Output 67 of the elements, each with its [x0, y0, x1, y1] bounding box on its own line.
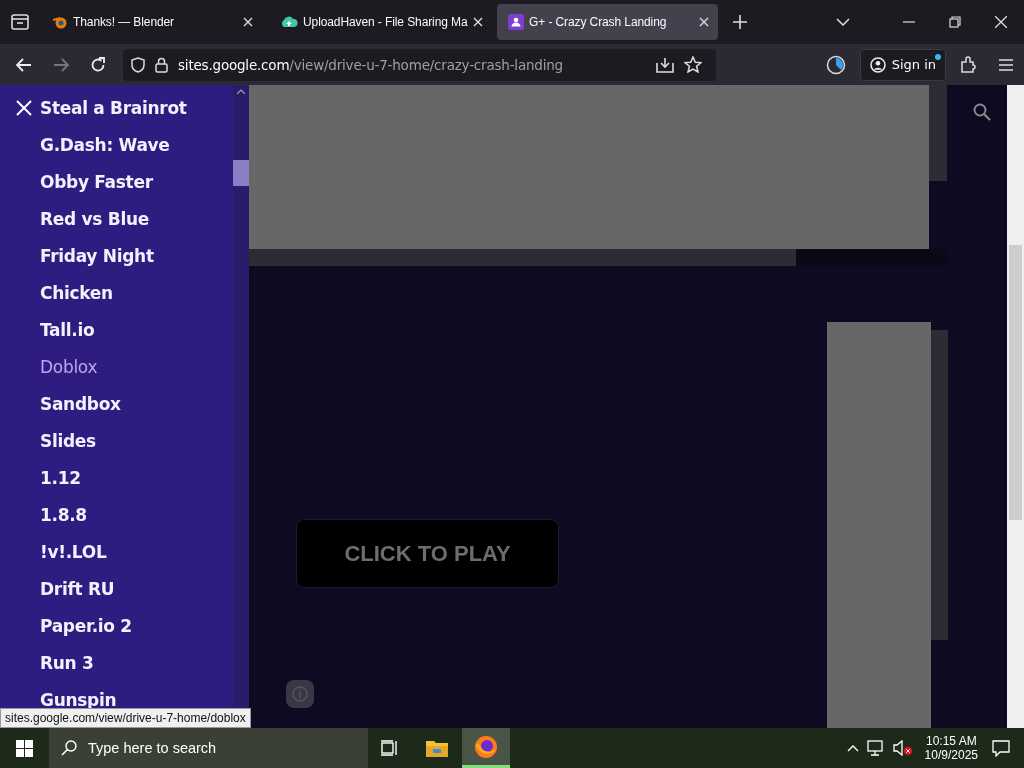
browser-icon: [474, 734, 498, 759]
chevron-down-icon[interactable]: [836, 18, 850, 26]
menu-item[interactable]: Run 3: [40, 652, 94, 673]
frame-scrollbar[interactable]: [249, 249, 796, 266]
sync-icon[interactable]: [825, 54, 846, 75]
menu-item[interactable]: !v!.LOL: [40, 541, 107, 562]
close-icon[interactable]: [995, 16, 1007, 28]
blender-icon: [52, 14, 68, 30]
close-icon[interactable]: [472, 17, 483, 27]
scrollbar-thumb[interactable]: [233, 160, 249, 186]
close-icon[interactable]: [243, 17, 253, 27]
extensions-icon[interactable]: [960, 55, 978, 74]
link-status-tooltip: sites.google.com/view/drive-u-7-home/doblox: [0, 708, 251, 728]
account-icon: [869, 56, 886, 73]
browser-tab[interactable]: Thanks! — Blender: [41, 4, 262, 40]
frame-scrollbar[interactable]: [929, 85, 947, 181]
menu-item[interactable]: Obby Faster: [40, 171, 153, 192]
info-icon[interactable]: [286, 680, 314, 708]
browser-tab[interactable]: UploadHaven - File Sharing Ma: [269, 4, 490, 40]
menu-item[interactable]: G.Dash: Wave: [40, 134, 170, 155]
star-icon[interactable]: [684, 56, 702, 73]
windows-start-icon[interactable]: [16, 739, 33, 757]
menu-icon[interactable]: [998, 57, 1014, 72]
menu-item[interactable]: Slides: [40, 430, 96, 451]
forward-icon[interactable]: [53, 57, 69, 72]
tab-list-icon[interactable]: [11, 14, 29, 30]
lock-icon: [155, 56, 168, 73]
notifications-icon[interactable]: [992, 739, 1010, 757]
url-text: sites.google.com/view/drive-u-7-home/crazy-crash-landing: [178, 56, 563, 73]
play-button[interactable]: CLICK TO PLAY: [296, 519, 559, 588]
back-icon[interactable]: [16, 57, 32, 72]
address-bar[interactable]: sites.google.com/view/drive-u-7-home/crazy-crash-landing: [123, 48, 716, 81]
folder-icon[interactable]: [425, 738, 449, 758]
search-icon[interactable]: [61, 740, 77, 756]
menu-item[interactable]: Paper.io 2: [40, 615, 132, 636]
sign-in-button[interactable]: Sign in: [859, 48, 946, 81]
task-view-icon[interactable]: [381, 740, 399, 756]
menu-item[interactable]: Friday Night: [40, 245, 154, 266]
menu-item[interactable]: Gunspin: [40, 689, 117, 710]
clock-date[interactable]: 10/9/2025: [924, 748, 978, 762]
restore-icon[interactable]: [949, 16, 961, 28]
taskbar-app-button[interactable]: [462, 728, 510, 768]
download-page-icon[interactable]: [656, 56, 674, 73]
network-icon[interactable]: [866, 740, 885, 756]
menu-item[interactable]: Red vs Blue: [40, 208, 149, 229]
menu-item[interactable]: Doblox: [40, 356, 98, 377]
reload-icon[interactable]: [90, 56, 106, 73]
menu-item[interactable]: Drift RU: [40, 578, 115, 599]
cloud-icon: [280, 14, 298, 30]
close-icon[interactable]: [699, 17, 709, 27]
menu-item[interactable]: Steal a Brainrot: [40, 97, 187, 118]
chevron-up-icon[interactable]: [846, 744, 859, 752]
clock-time[interactable]: 10:15 AM: [925, 734, 977, 748]
scroll-up-icon[interactable]: [237, 89, 245, 94]
frame-scrollbar[interactable]: [931, 330, 948, 640]
new-tab-icon[interactable]: [733, 15, 747, 29]
menu-item[interactable]: Chicken: [40, 282, 113, 303]
shield-icon: [131, 56, 145, 73]
menu-item[interactable]: Sandbox: [40, 393, 121, 414]
browser-tab[interactable]: G+ - Crazy Crash Landing: [497, 4, 718, 40]
menu-item[interactable]: 1.8.8: [40, 504, 87, 525]
menu-item[interactable]: Tall.io: [40, 319, 95, 340]
menu-item[interactable]: 1.12: [40, 467, 81, 488]
muted-speaker-icon[interactable]: [892, 740, 913, 756]
search-icon[interactable]: [973, 103, 991, 121]
sites-icon: [508, 14, 524, 30]
page-scrollbar[interactable]: [1007, 85, 1024, 728]
